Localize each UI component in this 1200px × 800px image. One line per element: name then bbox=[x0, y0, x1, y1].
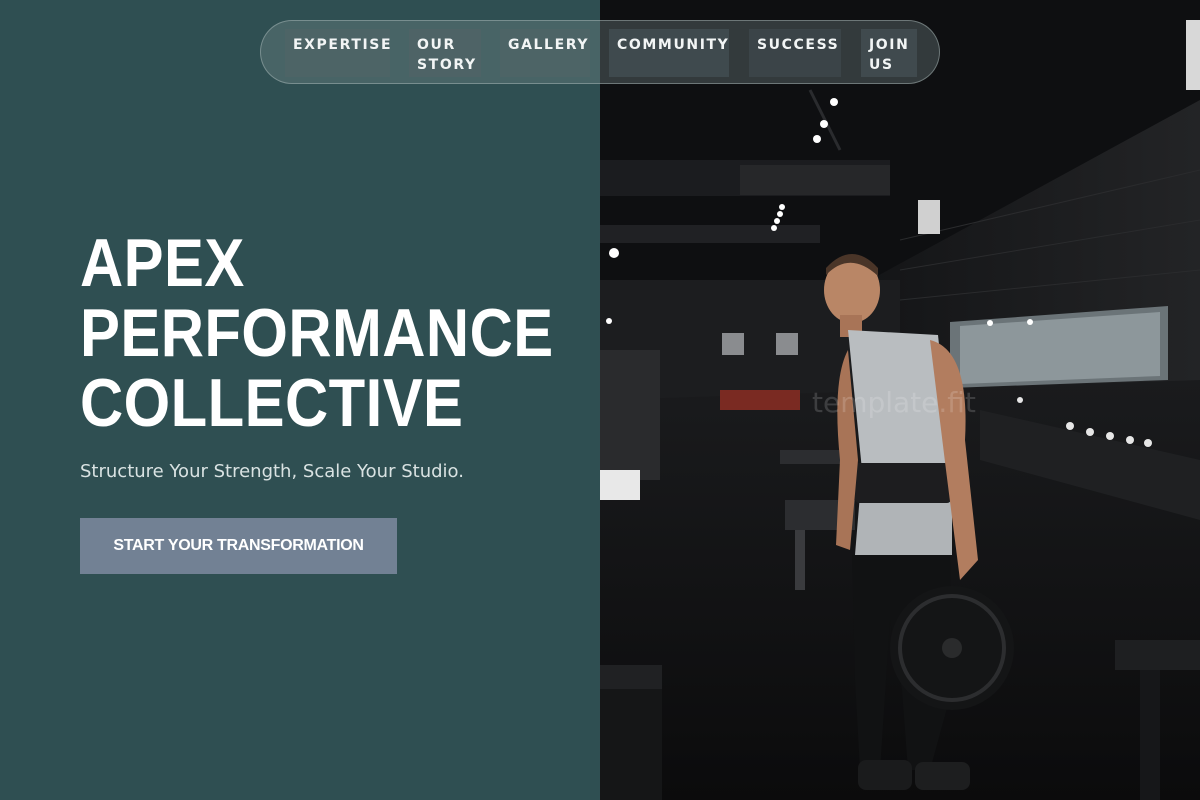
main-nav: EXPERTISE OUR STORY GALLERY COMMUNITY SU… bbox=[260, 20, 940, 84]
nav-item-success[interactable]: SUCCESS bbox=[749, 29, 841, 77]
nav-item-our-story[interactable]: OUR STORY bbox=[409, 29, 481, 77]
nav-item-join-us[interactable]: JOIN US bbox=[861, 29, 917, 77]
nav-item-community[interactable]: COMMUNITY bbox=[609, 29, 729, 77]
nav-item-gallery[interactable]: GALLERY bbox=[500, 29, 590, 77]
start-transformation-button[interactable]: START YOUR TRANSFORMATION bbox=[80, 518, 397, 574]
hero-title-line: COLLECTIVE bbox=[80, 365, 464, 441]
watermark-text: template.fit bbox=[812, 386, 976, 419]
hero-title: APEX PERFORMANCE COLLECTIVE bbox=[80, 228, 554, 438]
hero-title-line: PERFORMANCE bbox=[80, 295, 554, 371]
nav-item-expertise[interactable]: EXPERTISE bbox=[285, 29, 391, 77]
hero-subtitle: Structure Your Strength, Scale Your Stud… bbox=[80, 461, 464, 482]
hero-panel: APEX PERFORMANCE COLLECTIVE Structure Yo… bbox=[0, 0, 600, 800]
hero-title-line: APEX bbox=[80, 225, 245, 301]
